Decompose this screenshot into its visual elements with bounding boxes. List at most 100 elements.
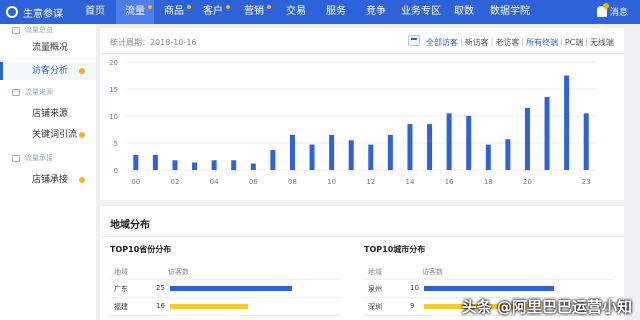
nav-item-label: 数据学院 xyxy=(490,6,530,17)
period-value: 2018-10-16 xyxy=(150,38,197,47)
filter-option[interactable]: 新访客 xyxy=(465,37,489,48)
new-dot-icon xyxy=(187,5,191,9)
trend-toolbar: 统计周期：2018-10-16 全部访客 | 新访客 | 老访客 | 所有终端 | PC端 | 无线… xyxy=(100,28,624,54)
app-title: 生意参谋 xyxy=(23,8,63,20)
y-tick-label: 20 xyxy=(109,59,118,67)
group-icon xyxy=(12,88,20,96)
region-name: 深圳 xyxy=(368,303,382,311)
status-dot-icon xyxy=(79,132,85,138)
visitor-share-bar xyxy=(424,286,554,291)
city-rank-title: TOP10城市分布 xyxy=(364,245,426,254)
nav-item[interactable]: 营销 xyxy=(232,0,276,24)
chart-bar xyxy=(172,160,178,170)
nav-item[interactable]: 交易 xyxy=(276,0,316,24)
x-tick-label: 10 xyxy=(327,178,336,186)
sidebar-group-label: 流量承接 xyxy=(25,154,53,162)
nav-item[interactable]: 业务专区 xyxy=(396,0,446,24)
nav-item-label: 商品 xyxy=(164,6,184,17)
nav-item[interactable]: 取数 xyxy=(446,0,482,24)
province-rank-title: TOP10省份分布 xyxy=(110,245,172,254)
nav-item-label: 首页 xyxy=(85,6,105,17)
chart-bar xyxy=(348,140,354,170)
chart-bar xyxy=(505,139,511,170)
main-nav: 首页 流量 商品 客户 营销 交易 服务 竞争 业务专区 取数 数据学院 xyxy=(74,0,538,24)
chart-bar xyxy=(544,97,550,170)
nav-item[interactable]: 数据学院 xyxy=(482,0,538,24)
chart-bar xyxy=(524,107,530,170)
visitor-count: 25 xyxy=(156,284,165,292)
y-tick-label: 15 xyxy=(109,86,118,94)
filter-separator: | xyxy=(521,37,525,46)
nav-item[interactable]: 商品 xyxy=(154,0,194,24)
region-name: 广东 xyxy=(114,285,128,293)
section-title: 地域分布 xyxy=(110,220,150,231)
visitor-share-bar xyxy=(170,286,292,291)
nav-item[interactable]: 客户 xyxy=(194,0,232,24)
visitor-trend-panel: 统计周期：2018-10-16 全部访客 | 新访客 | 老访客 | 所有终端 | PC端 | 无线… xyxy=(100,28,624,200)
column-header-region: 地域 xyxy=(368,268,382,276)
group-icon xyxy=(12,26,20,34)
chart-bar xyxy=(427,124,433,170)
new-dot-icon xyxy=(267,5,271,9)
calendar-icon[interactable] xyxy=(408,35,420,46)
divider xyxy=(110,279,340,280)
chart-bar xyxy=(387,134,393,170)
period-label: 统计周期： xyxy=(110,38,150,47)
nav-item-label: 取数 xyxy=(454,6,474,17)
divider xyxy=(364,279,614,280)
y-tick-label: 5 xyxy=(114,140,118,148)
filter-option[interactable]: 所有终端 xyxy=(526,37,558,48)
x-tick-label: 18 xyxy=(484,178,493,186)
row-divider xyxy=(110,315,340,316)
y-tick-label: 0 xyxy=(114,167,118,175)
sidebar-item-label: 流量概况 xyxy=(32,43,69,53)
divider xyxy=(100,236,624,237)
chart-bar xyxy=(466,116,472,170)
chart-bar xyxy=(583,113,589,170)
chart-bar xyxy=(368,144,374,170)
brand[interactable]: 生意参谋 xyxy=(0,5,74,20)
sidebar-item-label: 访客分析 xyxy=(32,66,69,76)
sidebar-group-label: 流量来源 xyxy=(25,88,53,96)
x-tick-label: 00 xyxy=(131,178,140,186)
visitor-share-bar xyxy=(170,304,249,309)
sidebar-item-visitor-analysis[interactable]: 访客分析 xyxy=(0,62,96,80)
sidebar-group-overview: 流量总览 xyxy=(0,25,96,35)
filter-option[interactable]: 全部访客 xyxy=(426,37,458,48)
messages-button[interactable]: 消息 xyxy=(596,3,628,18)
sidebar-item-shop-carry[interactable]: 店铺承接 xyxy=(0,172,96,188)
filter-separator: | xyxy=(490,37,494,46)
chart-bar xyxy=(485,144,491,170)
filter-option[interactable]: 无线端 xyxy=(590,37,614,48)
bell-icon xyxy=(596,3,609,17)
x-tick-label: 16 xyxy=(445,178,454,186)
period-display: 统计周期：2018-10-16 xyxy=(110,37,197,48)
status-dot-icon xyxy=(79,68,85,74)
chart-bar xyxy=(152,154,158,170)
notification-badge xyxy=(602,3,609,9)
sidebar-group-carry: 流量承接 xyxy=(0,152,96,164)
x-tick-label: 06 xyxy=(249,178,258,186)
new-dot-icon xyxy=(226,5,230,9)
nav-item-label: 服务 xyxy=(326,6,346,17)
nav-item[interactable]: 流量 xyxy=(116,0,154,24)
sidebar-item-traffic-overview[interactable]: 流量概况 xyxy=(0,40,96,56)
nav-item[interactable]: 首页 xyxy=(74,0,116,24)
row-divider xyxy=(110,297,340,298)
filter-separator: | xyxy=(585,37,588,46)
region-name: 福建 xyxy=(114,303,128,311)
column-header-count: 访客数 xyxy=(168,268,189,276)
nav-item[interactable]: 服务 xyxy=(316,0,356,24)
filter-separator: | xyxy=(560,37,563,46)
nav-item-label: 竞争 xyxy=(366,6,386,17)
filter-option[interactable]: PC端 xyxy=(565,37,583,48)
filter-option[interactable]: 老访客 xyxy=(495,37,519,48)
sidebar-item-shop-source[interactable]: 店铺来源 xyxy=(0,106,96,122)
nav-item-label: 流量 xyxy=(125,6,145,17)
group-icon xyxy=(12,154,20,162)
nav-item[interactable]: 竞争 xyxy=(356,0,396,24)
new-dot-icon xyxy=(148,5,152,9)
sidebar-item-keyword-traffic[interactable]: 关键词引流 xyxy=(0,127,96,143)
watermark: 头条 @阿里巴巴运营小知 xyxy=(461,298,632,316)
chart-bar xyxy=(309,144,315,170)
